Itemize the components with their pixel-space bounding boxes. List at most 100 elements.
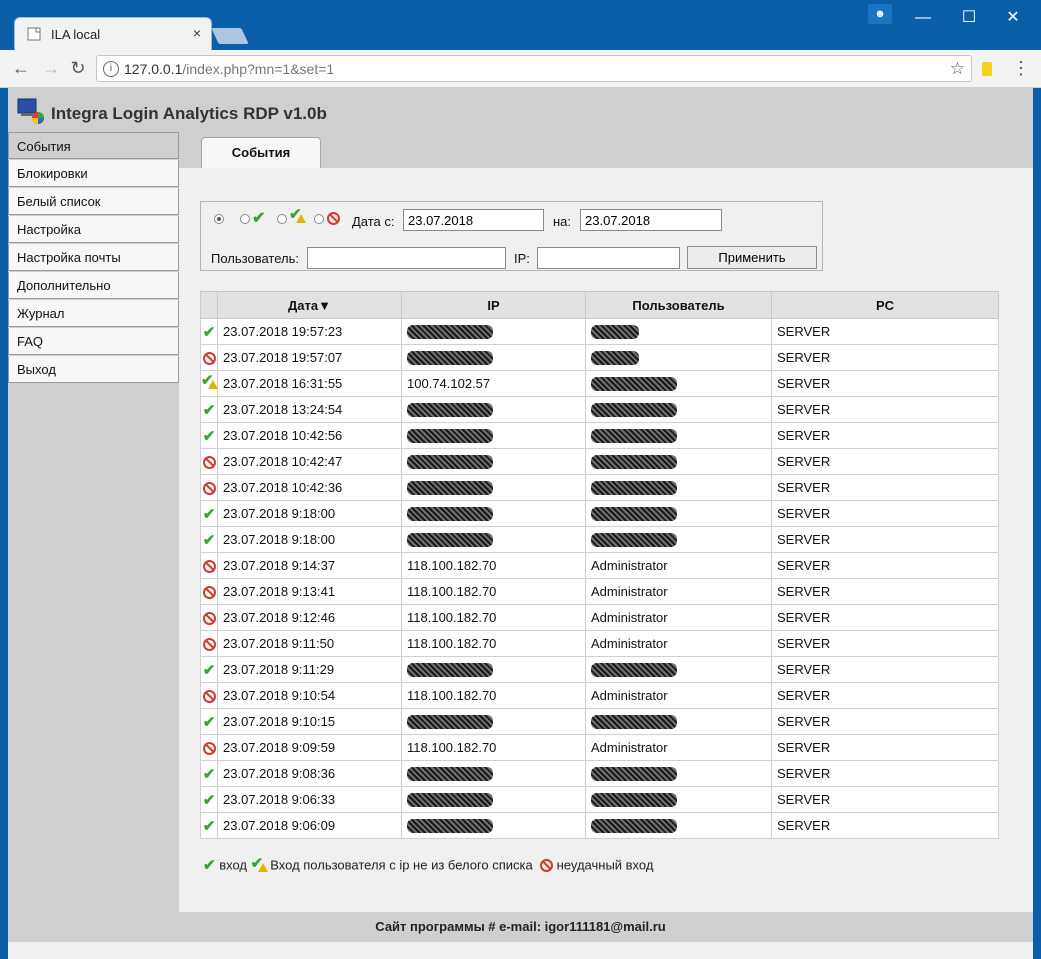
date-cell: 23.07.2018 9:11:50 xyxy=(217,630,402,657)
user-input[interactable] xyxy=(307,247,506,269)
table-row: 23.07.2018 9:13:41 118.100.182.70 Administ… xyxy=(200,578,999,605)
table-row: 23.07.2018 10:42:36 SERVER xyxy=(200,474,999,501)
date-cell: 23.07.2018 19:57:23 xyxy=(217,318,402,345)
date-cell: 23.07.2018 9:06:33 xyxy=(217,786,402,813)
ip-cell xyxy=(401,656,586,683)
check-icon: ✔ xyxy=(202,531,216,549)
pc-cell: SERVER xyxy=(771,344,999,371)
pc-cell: SERVER xyxy=(771,708,999,735)
date-cell: 23.07.2018 9:13:41 xyxy=(217,578,402,605)
status-cell xyxy=(200,448,218,475)
sidebar-item-whitelist[interactable]: Белый список xyxy=(8,188,179,215)
maximize-button[interactable]: ☐ xyxy=(946,6,992,30)
user-profile-icon[interactable]: ☻ xyxy=(868,4,892,24)
table-row: ✔ 23.07.2018 9:06:09 SERVER xyxy=(200,812,999,839)
table-header-row: Дата▼ IP Пользователь PC xyxy=(200,291,999,319)
redacted-block xyxy=(591,325,639,340)
status-cell xyxy=(200,604,218,631)
redacted-block xyxy=(407,507,493,522)
user-cell: Administrator xyxy=(585,604,772,631)
sidebar-item-blocks[interactable]: Блокировки xyxy=(8,160,179,187)
footer-strip xyxy=(8,942,1033,959)
date-from-input[interactable] xyxy=(403,209,544,231)
pc-cell: SERVER xyxy=(771,656,999,683)
user-column-header[interactable]: Пользователь xyxy=(585,291,772,319)
table-row: ✔ 23.07.2018 16:31:55 100.74.102.57 SERVER xyxy=(200,370,999,397)
date-to-input[interactable] xyxy=(580,209,722,231)
ip-cell xyxy=(401,786,586,813)
back-arrow-icon[interactable]: ← xyxy=(10,58,32,79)
pc-cell: SERVER xyxy=(771,526,999,553)
ip-cell: 118.100.182.70 xyxy=(401,604,586,631)
minimize-button[interactable]: — xyxy=(900,6,946,30)
date-cell: 23.07.2018 9:18:00 xyxy=(217,500,402,527)
date-to-label: на: xyxy=(553,214,572,229)
pc-cell: SERVER xyxy=(771,682,999,709)
filter-radio-failed[interactable] xyxy=(314,214,324,224)
sidebar-item-settings[interactable]: Настройка xyxy=(8,216,179,243)
user-label: Пользователь: xyxy=(211,251,299,266)
check-icon: ✔ xyxy=(202,323,216,341)
status-cell: ✔ xyxy=(200,708,218,735)
status-cell: ✔ xyxy=(200,422,218,449)
ip-cell xyxy=(401,526,586,553)
sidebar-item-events[interactable]: События xyxy=(8,132,179,159)
user-cell: Administrator xyxy=(585,734,772,761)
bookmark-star-icon[interactable]: ☆ xyxy=(950,59,965,79)
ip-cell xyxy=(401,448,586,475)
apply-button[interactable]: Применить xyxy=(687,246,817,269)
check-icon: ✔ xyxy=(252,210,266,227)
tab-events[interactable]: События xyxy=(201,137,321,168)
filter-radio-success[interactable] xyxy=(240,214,250,224)
browser-tab[interactable]: ILA local × xyxy=(14,17,212,50)
filter-radio-all[interactable] xyxy=(214,214,224,224)
status-cell xyxy=(200,682,218,709)
forbidden-icon xyxy=(202,560,216,574)
status-cell xyxy=(200,344,218,371)
sidebar-item-logout[interactable]: Выход xyxy=(8,356,179,383)
browser-titlebar: ILA local × ☻ — ☐ ✕ xyxy=(0,0,1041,50)
ip-cell xyxy=(401,500,586,527)
ip-cell xyxy=(401,318,586,345)
redacted-block xyxy=(591,455,677,470)
forward-arrow-icon[interactable]: → xyxy=(40,58,62,79)
ip-input[interactable] xyxy=(537,247,680,269)
sidebar-item-advanced[interactable]: Дополнительно xyxy=(8,272,179,299)
date-column-header[interactable]: Дата▼ xyxy=(217,291,402,319)
reload-icon[interactable]: ↻ xyxy=(67,58,89,79)
ip-column-header[interactable]: IP xyxy=(401,291,586,319)
user-cell xyxy=(585,396,772,423)
check-icon: ✔ xyxy=(202,713,216,731)
ip-cell: 118.100.182.70 xyxy=(401,682,586,709)
sidebar-item-mail-settings[interactable]: Настройка почты xyxy=(8,244,179,271)
user-cell: Administrator xyxy=(585,682,772,709)
sidebar-item-faq[interactable]: FAQ xyxy=(8,328,179,355)
date-cell: 23.07.2018 9:09:59 xyxy=(217,734,402,761)
app-title: Integra Login Analytics RDP v1.0b xyxy=(51,104,327,123)
filter-radio-warning[interactable] xyxy=(277,214,287,224)
user-cell xyxy=(585,708,772,735)
ip-cell xyxy=(401,422,586,449)
table-row: ✔ 23.07.2018 9:18:00 SERVER xyxy=(200,500,999,527)
date-cell: 23.07.2018 9:14:37 xyxy=(217,552,402,579)
new-tab-button[interactable] xyxy=(211,28,249,44)
ip-cell xyxy=(401,708,586,735)
status-cell: ✔ xyxy=(200,786,218,813)
info-icon[interactable]: i xyxy=(103,61,119,77)
browser-menu-icon[interactable]: ⋮ xyxy=(1012,58,1030,79)
sidebar-item-journal[interactable]: Журнал xyxy=(8,300,179,327)
check-warning-icon: ✔ xyxy=(201,372,218,390)
check-icon: ✔ xyxy=(203,857,216,874)
close-window-button[interactable]: ✕ xyxy=(990,6,1036,30)
address-bar[interactable]: i 127.0.0.1/index.php?mn=1&set=1 ☆ xyxy=(96,55,972,82)
sidebar: События Блокировки Белый список Настройк… xyxy=(8,132,179,912)
redacted-block xyxy=(407,767,493,782)
pc-column-header[interactable]: PC xyxy=(771,291,999,319)
redacted-block xyxy=(591,819,677,834)
pc-cell: SERVER xyxy=(771,630,999,657)
filter-panel: ✔ ✔ Дата с: на: Пользователь: IP: Примен… xyxy=(200,201,823,271)
redacted-block xyxy=(407,481,493,496)
check-icon: ✔ xyxy=(202,427,216,445)
tab-close-icon[interactable]: × xyxy=(193,25,201,41)
extension-icon[interactable] xyxy=(982,62,992,76)
